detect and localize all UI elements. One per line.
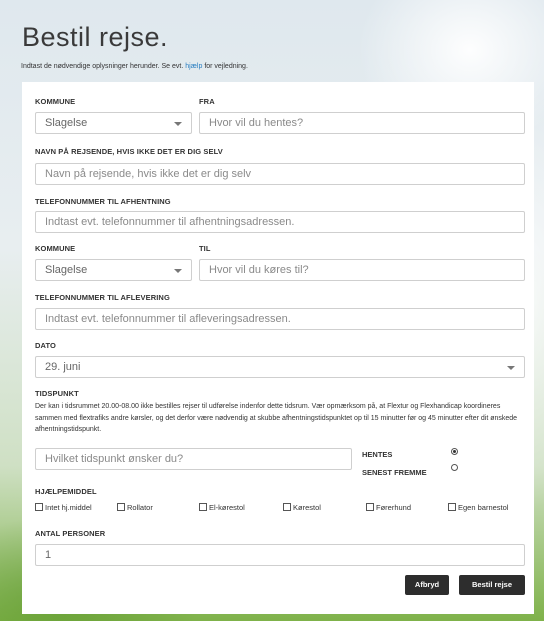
tidspunkt-input[interactable]: Hvilket tidspunkt ønsker du? [35, 448, 352, 470]
til-label: TIL [199, 244, 211, 253]
senest-fremme-radio[interactable] [451, 464, 458, 471]
kommune-select-dropoff[interactable]: Slagelse [35, 259, 192, 281]
tlf-aflevering-input[interactable]: Indtast evt. telefonnummer til afleverin… [35, 308, 525, 330]
antal-personer-label: ANTAL PERSONER [35, 529, 106, 538]
checkbox-koerestol[interactable]: Kørestol [283, 503, 321, 512]
hentes-label: HENTES [362, 450, 393, 459]
dato-label: DATO [35, 341, 56, 350]
checkbox-label: El-kørestol [209, 503, 245, 512]
checkbox-icon [35, 503, 43, 511]
navn-input[interactable]: Navn på rejsende, hvis ikke det er dig s… [35, 163, 525, 185]
checkbox-rollator[interactable]: Rollator [117, 503, 153, 512]
dato-value: 29. juni [45, 361, 81, 373]
checkbox-label: Rollator [127, 503, 153, 512]
chevron-down-icon [174, 122, 182, 126]
help-link[interactable]: hjælp [185, 63, 202, 70]
tidspunkt-notice: Der kan i tidsrummet 20.00-08.00 ikke be… [35, 403, 518, 433]
checkbox-label: Egen barnestol [458, 503, 509, 512]
checkbox-label: Førerhund [376, 503, 412, 512]
tlf-afhentning-label: TELEFONNUMMER TIL AFHENTNING [35, 197, 171, 206]
checkbox-label: Intet hj.middel [45, 503, 92, 512]
checkbox-icon [283, 503, 291, 511]
checkbox-icon [448, 503, 456, 511]
checkbox-egen-barnestol[interactable]: Egen barnestol [448, 503, 508, 512]
cancel-button[interactable]: Afbryd [405, 575, 449, 595]
hentes-radio[interactable] [451, 448, 458, 455]
intro-text-start: Indtast de nødvendige oplysninger herund… [21, 63, 184, 70]
tlf-aflevering-label: TELEFONNUMMER TIL AFLEVERING [35, 293, 170, 302]
submit-button[interactable]: Bestil rejse [459, 575, 525, 595]
intro-text: Indtast de nødvendige oplysninger herund… [21, 63, 248, 70]
intro-text-end: for vejledning. [204, 63, 248, 70]
checkbox-icon [199, 503, 207, 511]
navn-label: NAVN PÅ REJSENDE, HVIS IKKE DET ER DIG S… [35, 147, 223, 156]
checkbox-el-koerestol[interactable]: El-kørestol [199, 503, 245, 512]
chevron-down-icon [174, 269, 182, 273]
kommune-label: KOMMUNE [35, 97, 76, 106]
hjaelpemiddel-label: HJÆLPEMIDDEL [35, 487, 97, 496]
tidspunkt-label: TIDSPUNKT [35, 389, 79, 398]
kommune-select-pickup[interactable]: Slagelse [35, 112, 192, 134]
antal-personer-input[interactable]: 1 [35, 544, 525, 566]
order-form: KOMMUNE FRA Slagelse Hvor vil du hentes?… [22, 82, 534, 614]
checkbox-foererhund[interactable]: Førerhund [366, 503, 411, 512]
kommune-label-2: KOMMUNE [35, 244, 76, 253]
fra-input[interactable]: Hvor vil du hentes? [199, 112, 525, 134]
checkbox-icon [366, 503, 374, 511]
kommune-select-value: Slagelse [45, 117, 88, 129]
til-input[interactable]: Hvor vil du køres til? [199, 259, 525, 281]
checkbox-intet-hjaelpemiddel[interactable]: Intet hj.middel [35, 503, 92, 512]
checkbox-label: Kørestol [293, 503, 321, 512]
senest-fremme-label: SENEST FREMME [362, 468, 427, 477]
checkbox-icon [117, 503, 125, 511]
page-title: Bestil rejse. [22, 22, 169, 52]
dato-select[interactable]: 29. juni [35, 356, 525, 378]
kommune-select-value-2: Slagelse [45, 264, 88, 276]
chevron-down-icon [507, 366, 515, 370]
fra-label: FRA [199, 97, 215, 106]
tlf-afhentning-input[interactable]: Indtast evt. telefonnummer til afhentnin… [35, 211, 525, 233]
